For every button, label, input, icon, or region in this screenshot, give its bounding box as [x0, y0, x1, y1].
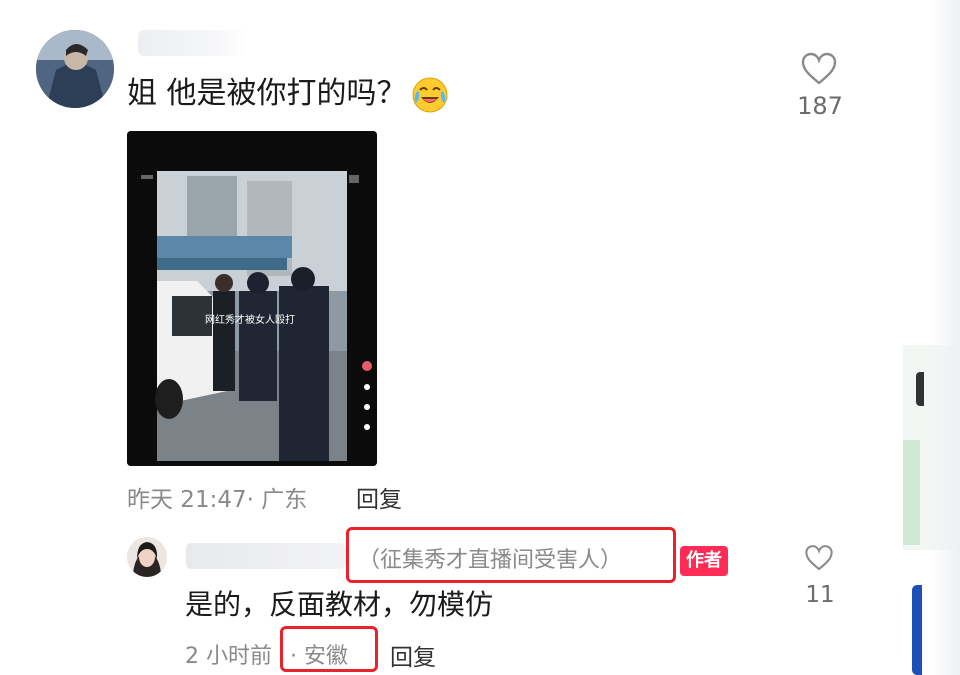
like-count: 187	[797, 92, 843, 120]
video-thumbnail[interactable]: 网红秀才被女人殴打	[127, 131, 377, 466]
reply-button[interactable]: 回复	[356, 480, 402, 514]
author-avatar[interactable]	[127, 537, 167, 577]
edge-panel-green	[903, 440, 920, 545]
heart-icon[interactable]	[800, 52, 838, 86]
reply-button[interactable]: 回复	[390, 638, 436, 672]
edge-handle	[916, 372, 924, 406]
author-name-blurred	[186, 543, 346, 569]
heart-icon[interactable]	[804, 544, 834, 572]
video-overlay-text: 网红秀才被女人殴打	[205, 313, 295, 326]
edge-fade	[930, 0, 960, 675]
reply-time: 2 小时前	[185, 644, 272, 669]
crying-laughing-face-icon	[411, 76, 449, 114]
edge-panel-blue	[912, 585, 922, 675]
commenter-name-blurred	[138, 30, 248, 56]
comment-time: 昨天 21:47	[127, 487, 247, 513]
comment-meta: 昨天 21:47· 广东	[127, 480, 307, 514]
annotation-highlight-box	[346, 527, 676, 583]
author-badge: 作者	[680, 546, 728, 576]
reply-text: 是的，反面教材，勿模仿	[185, 588, 494, 621]
annotation-highlight-box	[280, 626, 378, 672]
comment-location: · 广东	[246, 487, 308, 513]
like-count: 11	[805, 582, 835, 608]
commenter-avatar[interactable]	[36, 30, 114, 108]
comment-text: 姐 他是被你打的吗？	[127, 76, 407, 111]
